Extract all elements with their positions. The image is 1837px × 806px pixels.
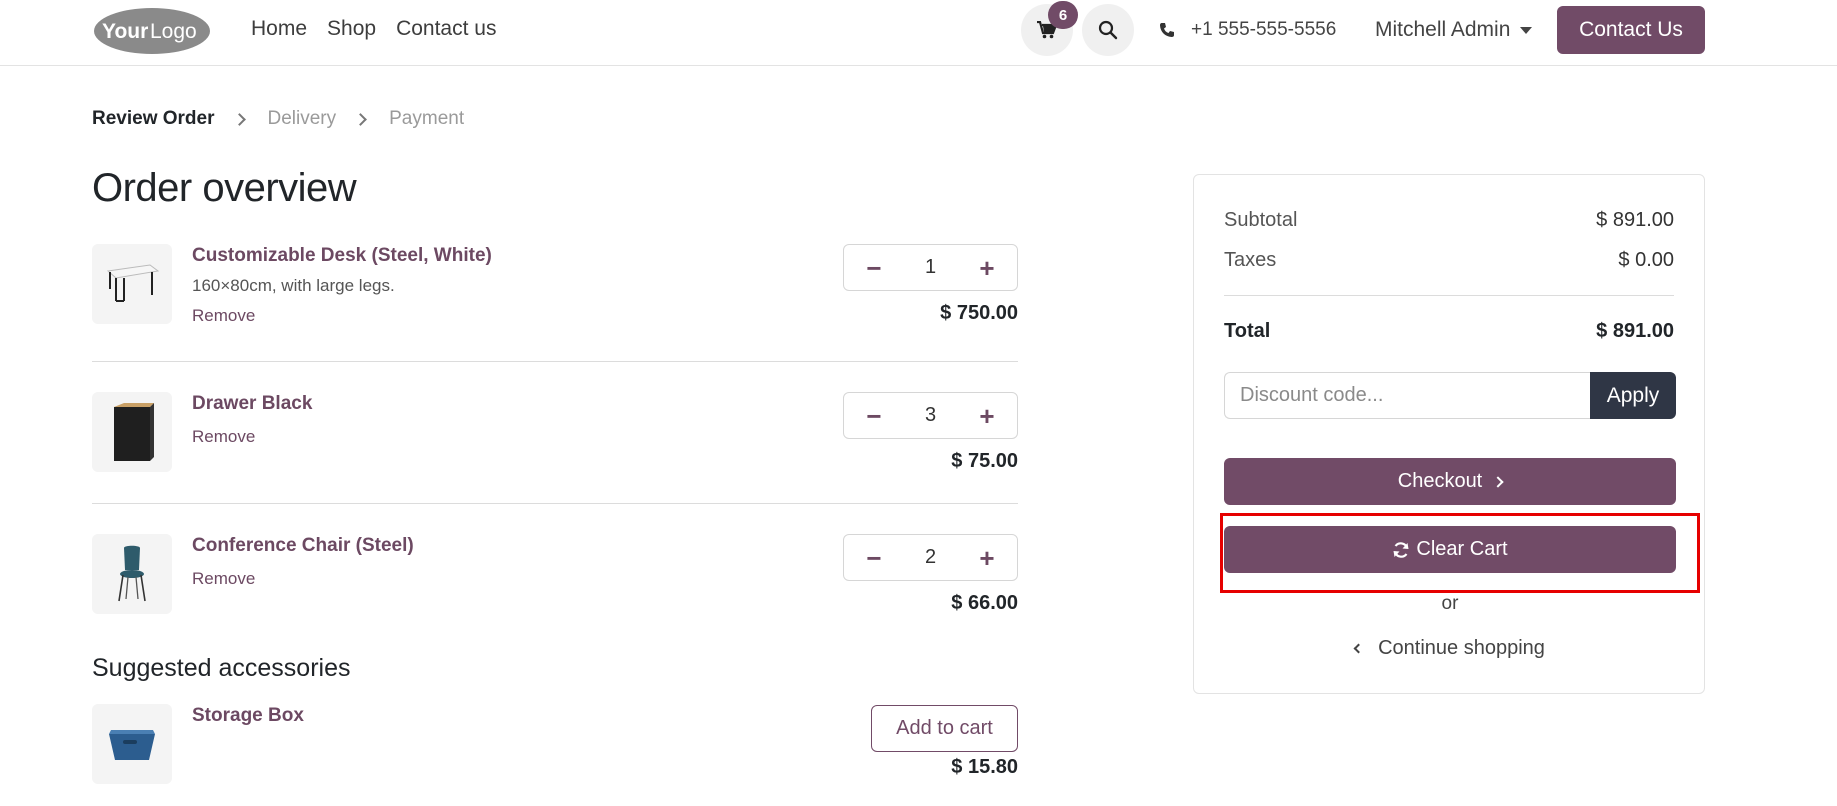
- phone-icon: [1160, 23, 1174, 37]
- cart-button[interactable]: 6: [1021, 1, 1078, 56]
- subtotal-label: Subtotal: [1224, 209, 1298, 231]
- product-image[interactable]: [92, 704, 172, 784]
- desk-image: [106, 264, 160, 302]
- subtotal-row: Subtotal $ 891.00: [1224, 209, 1674, 232]
- total-value: $ 891.00: [1596, 320, 1674, 342]
- product-image[interactable]: [92, 392, 172, 472]
- line-price: $ 66.00: [951, 592, 1018, 614]
- suggested-price: $ 15.80: [951, 756, 1018, 778]
- product-name-link[interactable]: Customizable Desk (Steel, White): [192, 245, 492, 267]
- phone-contact[interactable]: +1 555-555-5556: [1159, 19, 1336, 41]
- add-to-cart-button[interactable]: Add to cart: [871, 705, 1018, 752]
- nav-shop-link[interactable]: Shop: [327, 17, 376, 41]
- chair-image: [118, 545, 146, 602]
- remove-link[interactable]: Remove: [192, 569, 255, 589]
- drawer-image: [114, 403, 154, 461]
- chevron-left-icon: [1353, 643, 1364, 654]
- cart-line: Drawer Black Remove − + $ 75.00: [92, 392, 1018, 474]
- discount-form: Apply: [1224, 372, 1676, 419]
- chevron-right-icon: [232, 112, 246, 126]
- cart-line: Customizable Desk (Steel, White) 160×80c…: [92, 244, 1018, 326]
- chevron-right-icon: [1492, 475, 1504, 488]
- plus-icon[interactable]: +: [975, 545, 999, 571]
- clear-cart-label: Clear Cart: [1416, 538, 1508, 560]
- contact-us-button[interactable]: Contact Us: [1557, 6, 1705, 54]
- line-price: $ 75.00: [951, 450, 1018, 472]
- minus-icon[interactable]: −: [862, 403, 886, 429]
- product-image[interactable]: [92, 244, 172, 324]
- phone-number: +1 555-555-5556: [1191, 19, 1337, 40]
- total-row: Total $ 891.00: [1224, 320, 1674, 343]
- or-separator: or: [1441, 593, 1459, 614]
- cart-line: Conference Chair (Steel) Remove − + $ 66…: [92, 534, 1018, 616]
- divider: [92, 503, 1018, 504]
- storage-box-image: [109, 730, 155, 760]
- checkout-button[interactable]: Checkout: [1224, 458, 1676, 505]
- quantity-stepper: − +: [843, 534, 1018, 581]
- refresh-icon: [1393, 541, 1409, 558]
- product-image[interactable]: [92, 534, 172, 614]
- suggested-accessories-heading: Suggested accessories: [92, 654, 351, 682]
- product-name-link[interactable]: Storage Box: [192, 705, 304, 727]
- main-nav: Home Shop Contact us: [251, 17, 496, 41]
- total-label: Total: [1224, 320, 1271, 342]
- caret-down-icon: [1520, 26, 1533, 34]
- quantity-stepper: − +: [843, 392, 1018, 439]
- chevron-right-icon: [354, 112, 367, 126]
- line-price: $ 750.00: [940, 302, 1018, 324]
- search-icon: [1098, 20, 1118, 40]
- page-title: Order overview: [92, 166, 357, 210]
- checkout-label: Checkout: [1397, 470, 1483, 492]
- divider: [92, 361, 1018, 362]
- svg-text:Logo: Logo: [150, 20, 197, 43]
- step-payment: Payment: [389, 108, 465, 129]
- quantity-stepper: − +: [843, 244, 1018, 291]
- taxes-row: Taxes $ 0.00: [1224, 249, 1674, 272]
- order-summary: Subtotal $ 891.00 Taxes $ 0.00 Total $ 8…: [1193, 174, 1705, 694]
- checkout-steps-breadcrumb: Review Order Delivery Payment: [92, 108, 464, 130]
- divider: [1224, 295, 1674, 296]
- product-description: 160×80cm, with large legs.: [192, 276, 395, 295]
- cart-count-badge: 6: [1048, 1, 1078, 29]
- product-name-link[interactable]: Conference Chair (Steel): [192, 535, 414, 557]
- svg-text:Your: Your: [102, 20, 148, 43]
- apply-discount-button[interactable]: Apply: [1590, 372, 1676, 419]
- quantity-input[interactable]: [900, 404, 961, 427]
- subtotal-value: $ 891.00: [1596, 209, 1674, 231]
- taxes-label: Taxes: [1224, 249, 1277, 271]
- plus-icon[interactable]: +: [975, 403, 999, 429]
- quantity-input[interactable]: [900, 256, 961, 279]
- nav-home-link[interactable]: Home: [251, 17, 307, 41]
- company-logo[interactable]: Your Logo: [92, 6, 212, 56]
- minus-icon[interactable]: −: [862, 255, 886, 281]
- continue-shopping-label: Continue shopping: [1378, 637, 1545, 659]
- search-button[interactable]: [1082, 4, 1134, 56]
- quantity-input[interactable]: [900, 546, 961, 569]
- nav-contact-link[interactable]: Contact us: [396, 17, 496, 41]
- discount-code-input[interactable]: [1224, 372, 1590, 419]
- minus-icon[interactable]: −: [862, 545, 886, 571]
- user-menu[interactable]: Mitchell Admin: [1375, 18, 1533, 42]
- site-header: Your Logo Home Shop Contact us 6 +1 555-…: [0, 0, 1837, 66]
- step-delivery: Delivery: [267, 108, 337, 129]
- continue-shopping-link[interactable]: Continue shopping: [1194, 637, 1706, 660]
- remove-link[interactable]: Remove: [192, 306, 255, 326]
- step-review-order: Review Order: [92, 108, 215, 129]
- clear-cart-button[interactable]: Clear Cart: [1224, 526, 1676, 573]
- user-name: Mitchell Admin: [1375, 18, 1511, 41]
- plus-icon[interactable]: +: [975, 255, 999, 281]
- taxes-value: $ 0.00: [1618, 249, 1674, 271]
- remove-link[interactable]: Remove: [192, 427, 255, 447]
- product-name-link[interactable]: Drawer Black: [192, 393, 312, 415]
